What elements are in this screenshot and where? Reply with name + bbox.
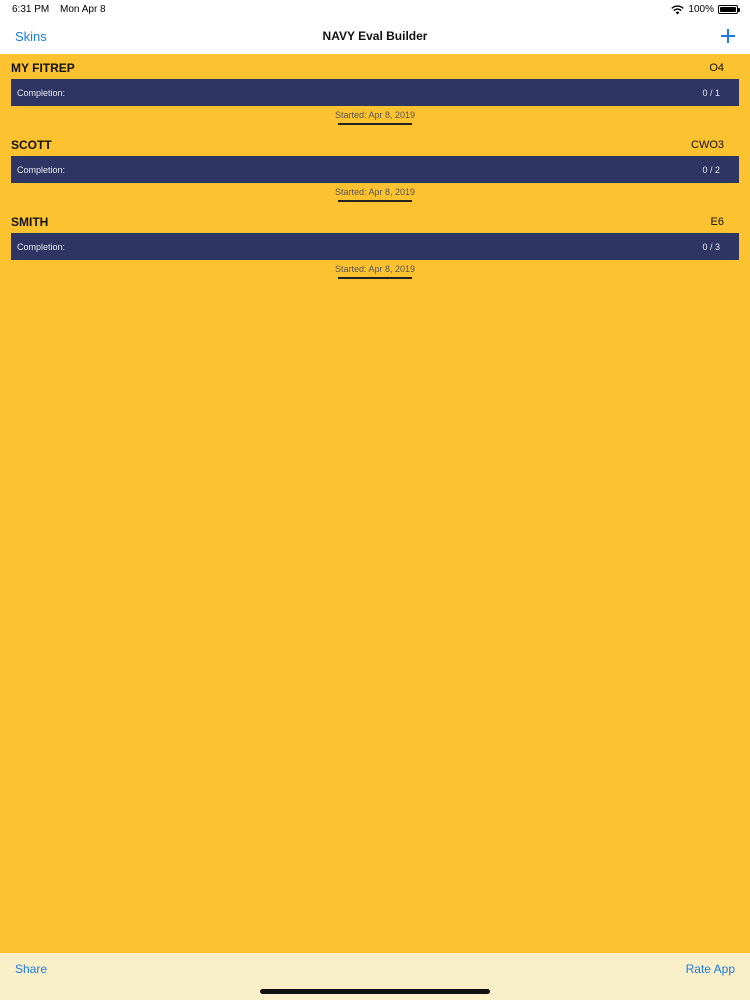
started-underline [338, 123, 412, 125]
started-underline [338, 277, 412, 279]
list-item[interactable]: SCOTT CWO3 Completion: 0 / 2 Started: Ap… [0, 131, 750, 208]
status-left: 6:31 PM Mon Apr 8 [12, 4, 114, 15]
started-date: Started: Apr 8, 2019 [334, 187, 416, 197]
nav-bar: Skins NAVY Eval Builder [0, 20, 750, 54]
status-date: Mon Apr 8 [60, 4, 106, 15]
list-item[interactable]: SMITH E6 Completion: 0 / 3 Started: Apr … [0, 208, 750, 285]
started-underline [338, 200, 412, 202]
home-indicator[interactable] [260, 989, 490, 994]
status-right: 100% [671, 4, 740, 15]
completion-count: 0 / 1 [702, 88, 720, 98]
completion-bar[interactable]: Completion: 0 / 3 [11, 233, 739, 260]
wifi-icon [671, 4, 685, 14]
battery-icon [718, 5, 740, 14]
completion-label: Completion: [17, 165, 66, 175]
plus-icon[interactable] [720, 25, 736, 47]
completion-bar[interactable]: Completion: 0 / 1 [11, 79, 739, 106]
completion-bar[interactable]: Completion: 0 / 2 [11, 156, 739, 183]
share-button[interactable]: Share [15, 962, 47, 976]
eval-name: SMITH [11, 215, 49, 229]
status-bar: 6:31 PM Mon Apr 8 100% [0, 0, 750, 20]
eval-name: SCOTT [11, 138, 52, 152]
page-title: NAVY Eval Builder [322, 29, 428, 43]
list-item[interactable]: MY FITREP O4 Completion: 0 / 1 Started: … [0, 54, 750, 131]
battery-percent: 100% [688, 4, 714, 15]
started-date: Started: Apr 8, 2019 [334, 264, 416, 274]
rate-app-button[interactable]: Rate App [686, 962, 735, 976]
completion-label: Completion: [17, 88, 66, 98]
eval-name: MY FITREP [11, 61, 75, 75]
eval-rank: O4 [709, 62, 724, 74]
completion-label: Completion: [17, 242, 66, 252]
status-time: 6:31 PM [12, 4, 50, 15]
eval-rank: CWO3 [691, 139, 724, 151]
completion-count: 0 / 2 [702, 165, 720, 175]
eval-rank: E6 [710, 216, 724, 228]
completion-count: 0 / 3 [702, 242, 720, 252]
eval-list: MY FITREP O4 Completion: 0 / 1 Started: … [0, 54, 750, 285]
started-date: Started: Apr 8, 2019 [334, 110, 416, 120]
